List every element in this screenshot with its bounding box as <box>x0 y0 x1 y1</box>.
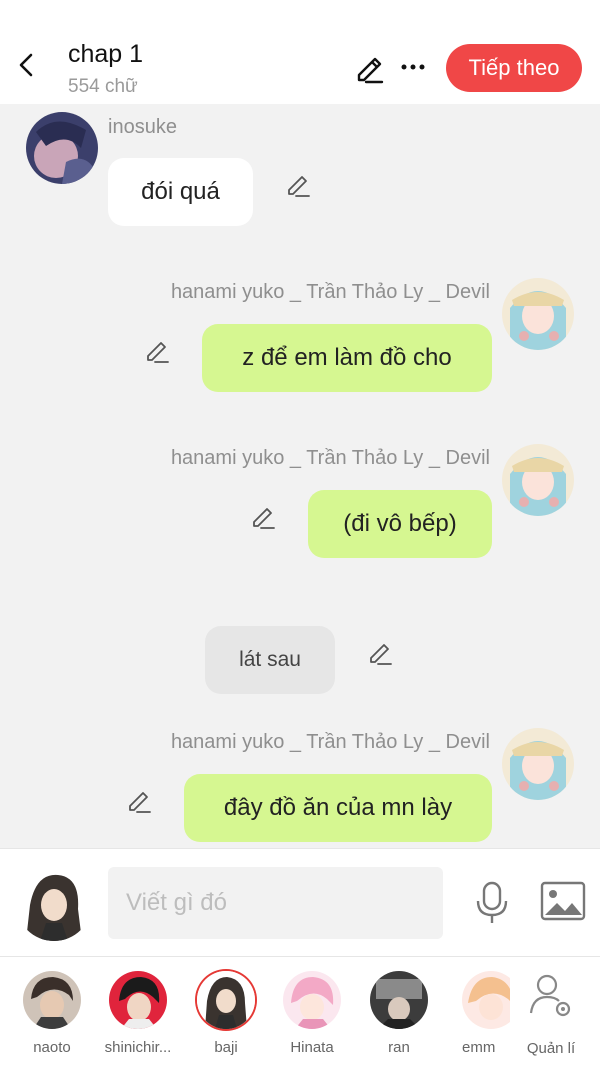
avatar <box>109 971 167 1029</box>
narration-bubble[interactable]: lát sau <box>205 626 335 694</box>
character-name: Hinata <box>290 1039 334 1056</box>
avatar <box>370 971 428 1029</box>
character-bar: naoto shinichir... baji Hinata ran emm Q… <box>0 956 600 1067</box>
avatar <box>283 971 341 1029</box>
message-bubble[interactable]: z để em làm đồ cho <box>202 324 492 392</box>
sender-name: inosuke <box>108 116 177 138</box>
edit-message-icon[interactable] <box>143 336 171 364</box>
more-options-icon[interactable] <box>398 52 428 82</box>
manage-label: Quản lí <box>526 1040 576 1057</box>
character-item[interactable]: naoto <box>12 971 92 1056</box>
sender-name: hanami yuko _ Trần Thảo Ly _ Devil <box>170 447 490 469</box>
edit-message-icon[interactable] <box>249 502 277 530</box>
manage-characters-button[interactable]: Quản lí <box>516 971 586 1057</box>
edit-message-icon[interactable] <box>125 786 153 814</box>
edit-message-icon[interactable] <box>366 638 394 666</box>
user-settings-icon <box>529 974 571 1017</box>
character-name: baji <box>214 1039 238 1056</box>
avatar-inosuke[interactable] <box>26 112 98 184</box>
avatar <box>197 971 255 1029</box>
avatar <box>23 971 81 1029</box>
avatar-hanami[interactable] <box>502 278 574 350</box>
avatar <box>462 971 510 1029</box>
character-item[interactable]: shinichir... <box>98 971 178 1056</box>
sender-name: hanami yuko _ Trần Thảo Ly _ Devil <box>170 731 490 753</box>
character-name: naoto <box>33 1039 71 1056</box>
message-bubble[interactable]: đói quá <box>108 158 253 226</box>
character-item[interactable]: Hinata <box>272 971 352 1056</box>
edit-icon[interactable] <box>352 50 386 84</box>
character-name: emm <box>462 1039 496 1056</box>
microphone-icon[interactable] <box>472 881 512 925</box>
next-chapter-button[interactable]: Tiếp theo <box>446 44 582 92</box>
character-name: shinichir... <box>104 1039 172 1056</box>
character-item[interactable]: emm <box>440 971 510 1056</box>
header: chap 1 554 chữ Tiếp theo <box>0 0 600 104</box>
message-bubble[interactable]: đây đồ ăn của mn lày <box>184 774 492 842</box>
character-name: ran <box>388 1039 410 1056</box>
avatar-hanami[interactable] <box>502 728 574 800</box>
current-character-avatar[interactable] <box>16 865 92 941</box>
composer-bar <box>0 848 600 956</box>
character-item[interactable]: ran <box>359 971 439 1056</box>
avatar-hanami[interactable] <box>502 444 574 516</box>
back-arrow-icon[interactable] <box>12 50 42 80</box>
sender-name: hanami yuko _ Trần Thảo Ly _ Devil <box>170 281 490 303</box>
message-bubble[interactable]: (đi vô bếp) <box>308 490 492 558</box>
word-count: 554 chữ <box>68 76 138 97</box>
page-title: chap 1 <box>68 40 144 68</box>
character-item[interactable]: baji <box>186 971 266 1056</box>
edit-message-icon[interactable] <box>284 170 312 198</box>
image-icon[interactable] <box>540 881 586 921</box>
chat-area[interactable]: inosuke đói quá hanami yuko _ Trần Thảo … <box>0 104 600 848</box>
message-input[interactable] <box>108 867 443 939</box>
